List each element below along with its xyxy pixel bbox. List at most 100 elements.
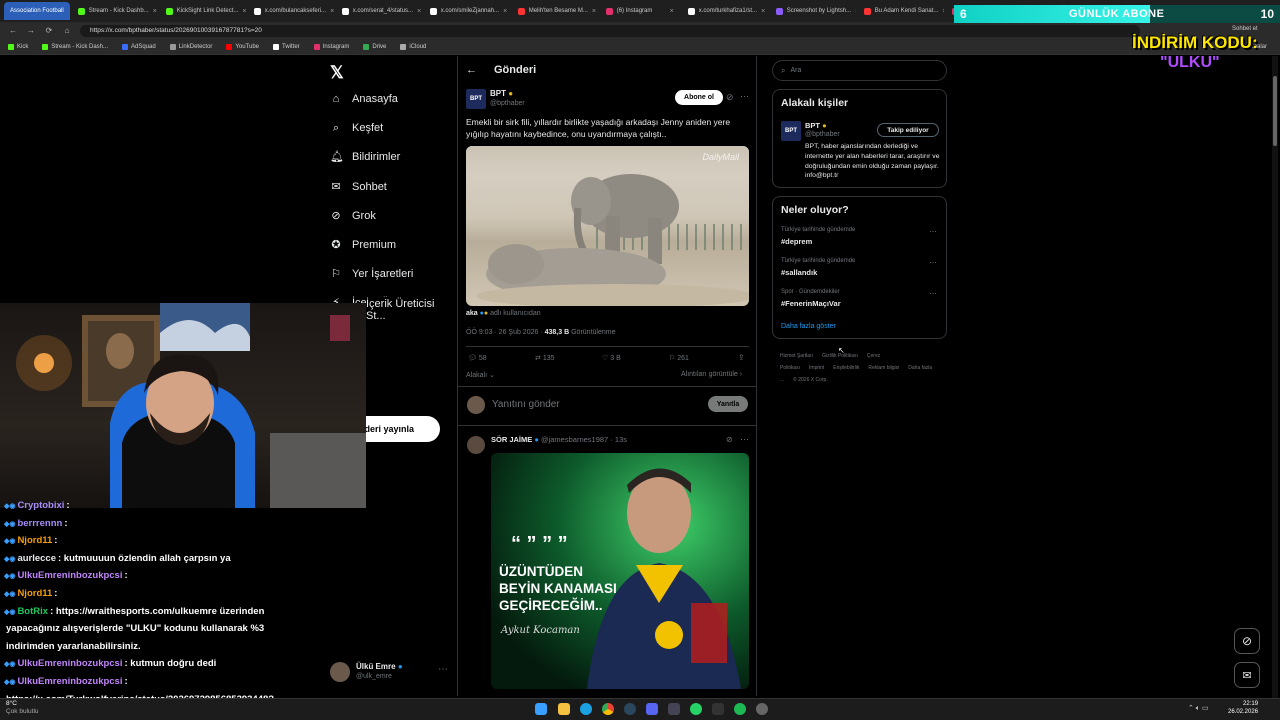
reload-icon[interactable]: ⟳ (44, 26, 54, 35)
reply-button[interactable]: Yanıtla (708, 396, 748, 412)
clock[interactable]: 22:19 26.02.2026 (1228, 700, 1258, 716)
trend-tag[interactable]: #sallandık (781, 268, 817, 277)
relevant-handle[interactable]: @bpthaber (805, 131, 840, 138)
bookmark-item[interactable]: Kick (8, 43, 28, 50)
forward-icon[interactable]: → (26, 26, 36, 35)
steam-icon[interactable] (624, 703, 636, 715)
following-button[interactable]: Takip ediliyor (877, 123, 939, 137)
view-quotes-link[interactable]: Alıntıları görüntüle › (681, 371, 742, 378)
trend-tag[interactable]: #deprem (781, 237, 812, 246)
reply-image[interactable]: “ ” ” ” ÜZÜNTÜDEN BEYİN KANAMASI GEÇİREC… (491, 453, 749, 689)
tab-close-icon[interactable]: × (942, 8, 943, 15)
nav-item-home[interactable]: ⌂ Anasayfa (330, 93, 398, 105)
trend-tag[interactable]: #FenerinMaçıVar (781, 299, 841, 308)
bookmark-item[interactable]: Stream - Kick Dash... (42, 43, 108, 50)
post-image[interactable]: DailyMail (466, 146, 749, 306)
reply-author-avatar[interactable] (467, 436, 485, 454)
back-icon[interactable]: ← (8, 26, 18, 35)
chat-label[interactable]: Sohbet et (1232, 25, 1258, 33)
footer-link[interactable]: Reklam bilgisi (868, 365, 899, 371)
bookmark-item[interactable]: iCloud (400, 43, 426, 50)
reply-author-name[interactable]: SÖR JAİME (491, 435, 532, 444)
reply-grok-icon[interactable]: ⊘ (726, 435, 733, 444)
author-name[interactable]: BPT (490, 89, 506, 98)
page-scrollbar[interactable] (1272, 56, 1278, 698)
page-scrollbar-thumb[interactable] (1273, 76, 1277, 146)
browser-tab[interactable]: Stream - Kick Dashb... × (72, 2, 158, 20)
terminal-icon[interactable] (712, 703, 724, 715)
related-dropdown[interactable]: Alakalı ⌄ (466, 371, 495, 379)
app-icon[interactable] (668, 703, 680, 715)
browser-tab[interactable]: Melih'ten Besame M... × (512, 2, 598, 20)
bookmark-item[interactable]: Instagram (313, 43, 349, 50)
weather-widget[interactable]: 8°C Çok bulutlu (6, 700, 39, 716)
browser-tab[interactable]: x.com/bulancakseferi... × (248, 2, 334, 20)
post-timestamp[interactable]: ÖÖ 9:03 · 26 Şub 2026 · (466, 329, 543, 336)
nav-item-bookmark[interactable]: ⚐ Yer İşaretleri (330, 268, 413, 280)
tagged-user[interactable]: aka (466, 310, 478, 317)
relevant-avatar[interactable]: BPT (781, 121, 801, 141)
tab-close-icon[interactable]: × (670, 8, 674, 15)
tab-close-icon[interactable]: × (330, 8, 334, 15)
trend-more-icon[interactable]: ⋯ (929, 258, 937, 267)
nav-item-search[interactable]: ⌕ Keşfet (330, 122, 383, 134)
more-dots-icon[interactable]: ⋯ (438, 664, 448, 675)
footer-link[interactable]: Erişilebilirlik (833, 365, 859, 371)
file-explorer-icon[interactable] (558, 703, 570, 715)
bookmark-item[interactable]: AdSquad (122, 43, 156, 50)
x-logo-icon[interactable]: 𝕏 (330, 63, 344, 83)
tab-close-icon[interactable]: × (503, 8, 507, 15)
nav-item-bell[interactable]: 🔔︎ Bildirimler (330, 151, 400, 163)
bookmark-item[interactable]: Drive (363, 43, 386, 50)
reply-author-handle[interactable]: @jamesbarnes1987 (541, 435, 608, 444)
footer-link[interactable]: © 2026 X Corp. (793, 377, 828, 383)
tab-close-icon[interactable]: × (761, 8, 765, 15)
author-handle[interactable]: @bpthaber (490, 100, 525, 107)
bookmark-item[interactable]: Twitter (273, 43, 300, 50)
browser-tab[interactable]: x.com/smileZjannah... × (424, 2, 510, 20)
bookmark-stat[interactable]: ⚐ 261 (669, 354, 689, 362)
browser-tab[interactable]: Screenshot by Lightsh...× (770, 2, 856, 20)
grok-icon[interactable]: ⊘ (726, 92, 734, 103)
discord-icon[interactable] (646, 703, 658, 715)
nav-item-x-premium[interactable]: ✪ Premium (330, 239, 396, 251)
url-field[interactable]: https://x.com/bpthaber/status/2026901003… (80, 24, 1140, 37)
search-field[interactable]: ⌕ Ara (772, 60, 947, 81)
bookmark-item[interactable]: YouTube (226, 43, 259, 50)
back-arrow-icon[interactable]: ← (466, 64, 477, 76)
tab-close-icon[interactable]: × (592, 8, 596, 15)
trend-more-icon[interactable]: ⋯ (929, 227, 937, 236)
footer-link[interactable]: Imprint (809, 365, 824, 371)
browser-tab[interactable]: (6) Instagram × (600, 2, 680, 20)
author-avatar[interactable]: BPT (466, 89, 486, 109)
browser-tab[interactable]: KickSight Link Detect... × (160, 2, 246, 20)
chrome-icon[interactable] (602, 703, 614, 715)
system-tray[interactable]: ⌃ 🔈︎ ▭ (1188, 704, 1209, 713)
repost-stat[interactable]: ⇄ 135 (535, 354, 555, 362)
browser-tab[interactable]: x.com/serat_4/status... × (336, 2, 422, 20)
tab-close-icon[interactable]: × (417, 8, 421, 15)
home-browser-icon[interactable]: ⌂ (62, 26, 72, 35)
obs-icon[interactable] (756, 703, 768, 715)
reply-stat[interactable]: 💬︎ 58 (468, 354, 487, 362)
show-more-link[interactable]: Daha fazla göster (781, 323, 836, 330)
like-stat[interactable]: ♡ 3 B (602, 354, 621, 362)
whatsapp-icon[interactable] (690, 703, 702, 715)
nav-item-grok[interactable]: ⊘ Grok (330, 210, 375, 222)
tab-close-icon[interactable]: × (153, 8, 157, 15)
tab-close-icon[interactable]: × (855, 8, 856, 15)
share-icon[interactable]: ⇪ (738, 353, 745, 362)
account-switcher[interactable]: Ülkü Emre ● @ulk_emre ⋯ (330, 660, 452, 684)
messages-floating-button[interactable]: ✉ (1234, 662, 1260, 688)
post-more-icon[interactable]: ⋯ (740, 91, 749, 102)
browser-tab[interactable]: Association Football (4, 2, 70, 20)
spotify-icon[interactable] (734, 703, 746, 715)
reply-input[interactable]: Yanıtını gönder (492, 399, 560, 410)
tab-close-icon[interactable]: × (242, 8, 245, 15)
relevant-name[interactable]: BPT (805, 121, 820, 130)
nav-item-mail[interactable]: ✉ Sohbet (330, 181, 386, 193)
grok-floating-button[interactable]: ⊘ (1234, 628, 1260, 654)
subscribe-button[interactable]: Abone ol (675, 90, 723, 105)
edge-icon[interactable] (580, 703, 592, 715)
windows-start-icon[interactable] (535, 703, 547, 715)
